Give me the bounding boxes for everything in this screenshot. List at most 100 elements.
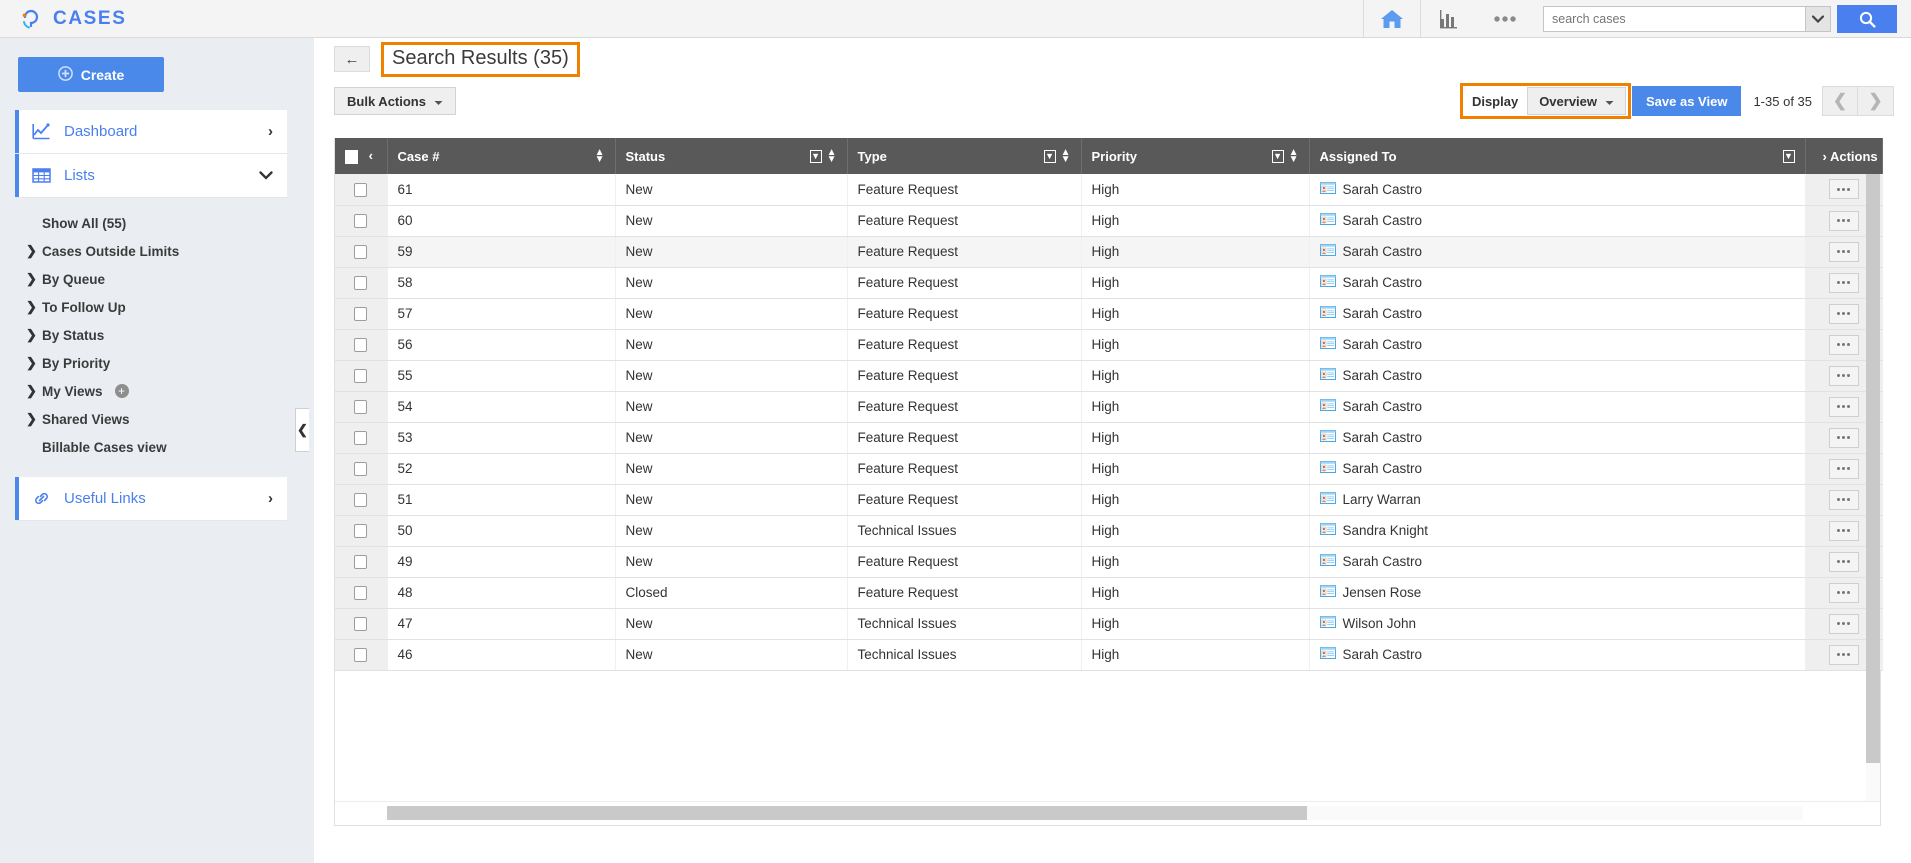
table-row[interactable]: 50 New Technical Issues High Sandra Knight [335, 515, 1883, 547]
sidebar-collapse-handle[interactable]: ❮ [295, 408, 309, 452]
horizontal-scrollbar-thumb[interactable] [387, 806, 1308, 820]
row-checkbox[interactable] [354, 586, 368, 601]
row-select-cell[interactable] [335, 329, 388, 361]
row-actions-button[interactable] [1828, 520, 1859, 541]
row-checkbox[interactable] [354, 338, 368, 353]
table-row[interactable]: 54 New Feature Request High Sarah Castro [335, 391, 1883, 423]
row-checkbox[interactable] [354, 245, 368, 260]
row-checkbox[interactable] [354, 276, 368, 291]
chevron-down-icon[interactable] [1805, 6, 1831, 32]
row-checkbox[interactable] [354, 369, 368, 384]
column-header-type[interactable]: Type ▼ ▲ ▼ [847, 138, 1082, 174]
column-header-status[interactable]: Status ▼ ▲ ▼ [615, 138, 848, 174]
row-actions-button[interactable] [1828, 241, 1859, 262]
filter-icon[interactable]: ▼ [1043, 149, 1056, 163]
row-actions-button[interactable] [1828, 458, 1859, 479]
chevron-right-icon[interactable]: › [1823, 149, 1827, 164]
column-header-assigned-to[interactable]: Assigned To ▼ [1309, 138, 1806, 174]
sidebar-item-useful-links[interactable]: Useful Links › [15, 477, 287, 521]
table-row[interactable]: 47 New Technical Issues High Wilson John [335, 608, 1883, 640]
table-row[interactable]: 55 New Feature Request High Sarah Castro [335, 360, 1883, 392]
row-checkbox[interactable] [354, 431, 368, 446]
row-checkbox[interactable] [354, 524, 368, 539]
sidebar-item-lists[interactable]: Lists [15, 154, 287, 198]
sidebar-item-my-views[interactable]: ❯ My Views + [0, 377, 314, 405]
search-input[interactable] [1543, 6, 1805, 32]
sidebar-item-show-all[interactable]: Show All (55) [0, 209, 314, 237]
filter-icon[interactable]: ▼ [809, 149, 822, 163]
filter-icon[interactable]: ▼ [1271, 149, 1284, 163]
column-header-case[interactable]: Case # ▲ ▼ [387, 138, 616, 174]
sidebar-item-to-follow-up[interactable]: ❯ To Follow Up [0, 293, 314, 321]
row-checkbox[interactable] [354, 462, 368, 477]
row-select-cell[interactable] [335, 484, 388, 516]
row-actions-button[interactable] [1828, 179, 1859, 200]
table-row[interactable]: 57 New Feature Request High Sarah Castro [335, 298, 1883, 330]
sidebar-item-dashboard[interactable]: Dashboard › [15, 110, 287, 154]
add-view-icon[interactable]: + [114, 384, 129, 398]
row-select-cell[interactable] [335, 360, 388, 392]
row-select-cell[interactable] [335, 391, 388, 423]
table-row[interactable]: 59 New Feature Request High Sarah Castro [335, 236, 1883, 268]
row-select-cell[interactable] [335, 515, 388, 547]
sort-icon[interactable]: ▲ ▼ [595, 147, 605, 164]
sort-icon[interactable]: ▲ ▼ [827, 147, 837, 164]
column-header-select-all[interactable]: ‹ [335, 138, 388, 174]
bar-chart-icon[interactable] [1421, 0, 1477, 38]
select-all-checkbox[interactable] [345, 149, 358, 164]
row-actions-button[interactable] [1828, 613, 1859, 634]
row-select-cell[interactable] [335, 174, 388, 206]
row-actions-button[interactable] [1828, 334, 1859, 355]
table-row[interactable]: 51 New Feature Request High Larry Warran [335, 484, 1883, 516]
row-actions-button[interactable] [1828, 365, 1859, 386]
sidebar-item-by-status[interactable]: ❯ By Status [0, 321, 314, 349]
table-row[interactable]: 60 New Feature Request High Sarah Castro [335, 205, 1883, 237]
row-checkbox[interactable] [354, 617, 368, 632]
row-checkbox[interactable] [354, 555, 368, 570]
chevron-left-icon[interactable]: ‹ [369, 148, 373, 163]
row-select-cell[interactable] [335, 577, 388, 609]
row-actions-button[interactable] [1828, 644, 1859, 665]
row-select-cell[interactable] [335, 267, 388, 299]
sidebar-item-by-queue[interactable]: ❯ By Queue [0, 265, 314, 293]
sidebar-item-by-priority[interactable]: ❯ By Priority [0, 349, 314, 377]
column-header-actions[interactable]: › Actions [1805, 138, 1883, 174]
horizontal-scrollbar[interactable] [387, 806, 1803, 820]
table-row[interactable]: 53 New Feature Request High Sarah Castro [335, 422, 1883, 454]
row-checkbox[interactable] [354, 214, 368, 229]
bulk-actions-button[interactable]: Bulk Actions [334, 87, 456, 115]
row-select-cell[interactable] [335, 546, 388, 578]
row-select-cell[interactable] [335, 453, 388, 485]
app-brand[interactable]: CASES [18, 6, 126, 32]
sort-icon[interactable]: ▲ ▼ [1061, 147, 1071, 164]
row-actions-button[interactable] [1828, 427, 1859, 448]
row-checkbox[interactable] [354, 648, 368, 663]
row-select-cell[interactable] [335, 422, 388, 454]
back-button[interactable]: ← [334, 46, 370, 72]
row-checkbox[interactable] [354, 307, 368, 322]
row-actions-button[interactable] [1828, 210, 1859, 231]
vertical-scrollbar[interactable] [1866, 174, 1880, 801]
table-row[interactable]: 61 New Feature Request High Sarah Castro [335, 174, 1883, 206]
row-actions-button[interactable] [1828, 582, 1859, 603]
table-row[interactable]: 58 New Feature Request High Sarah Castro [335, 267, 1883, 299]
sort-icon[interactable]: ▲ ▼ [1289, 147, 1299, 164]
row-actions-button[interactable] [1828, 396, 1859, 417]
next-page-button[interactable]: ❯ [1858, 86, 1894, 116]
row-checkbox[interactable] [354, 400, 368, 415]
table-row[interactable]: 49 New Feature Request High Sarah Castro [335, 546, 1883, 578]
sidebar-item-shared-views[interactable]: ❯ Shared Views [0, 405, 314, 433]
row-select-cell[interactable] [335, 205, 388, 237]
sidebar-item-cases-outside-limits[interactable]: ❯ Cases Outside Limits [0, 237, 314, 265]
table-row[interactable]: 46 New Technical Issues High Sarah Castro [335, 639, 1883, 671]
save-as-view-button[interactable]: Save as View [1632, 86, 1742, 116]
row-checkbox[interactable] [354, 182, 368, 197]
vertical-scrollbar-thumb[interactable] [1866, 174, 1880, 764]
filter-icon[interactable]: ▼ [1782, 149, 1795, 163]
row-select-cell[interactable] [335, 298, 388, 330]
prev-page-button[interactable]: ❮ [1822, 86, 1858, 116]
row-select-cell[interactable] [335, 639, 388, 671]
create-button[interactable]: Create [18, 57, 164, 92]
row-actions-button[interactable] [1828, 551, 1859, 572]
table-row[interactable]: 48 Closed Feature Request High Jensen Rose [335, 577, 1883, 609]
